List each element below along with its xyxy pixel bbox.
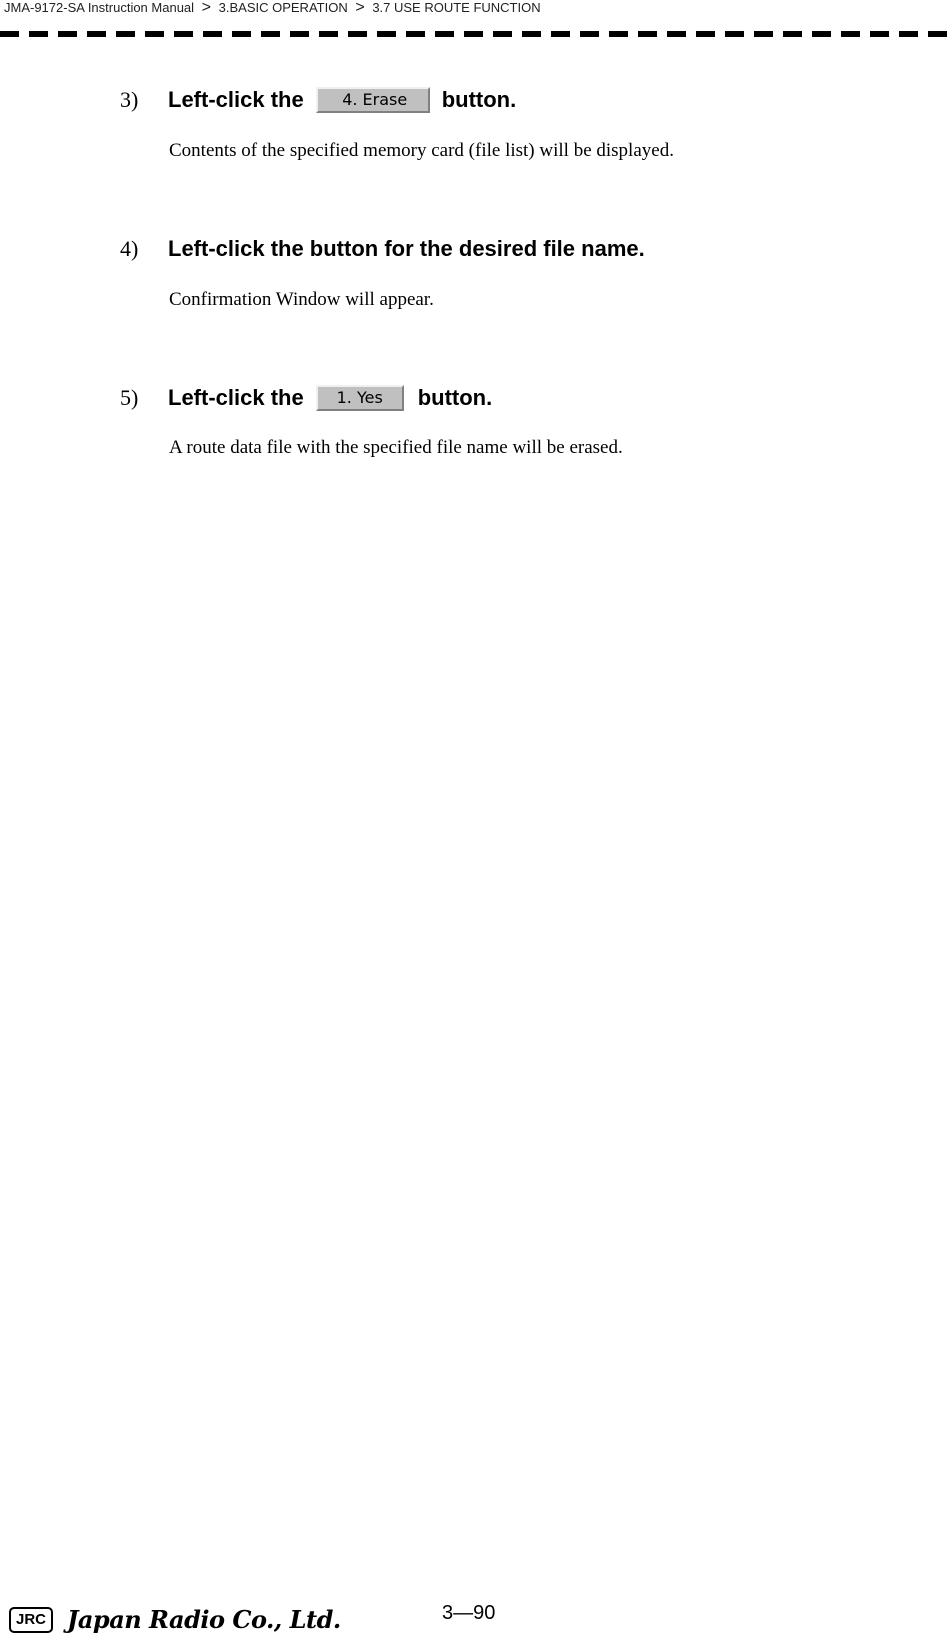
step-3-description: Contents of the specified memory card (f… bbox=[169, 140, 674, 161]
step-text: Left-click the button for the desired fi… bbox=[168, 236, 645, 261]
breadcrumb-item-section: 3.7 USE ROUTE FUNCTION bbox=[372, 0, 541, 15]
header-divider bbox=[0, 31, 952, 37]
step-text-prefix: Left-click the bbox=[168, 87, 304, 112]
breadcrumb-item-chapter: 3.BASIC OPERATION bbox=[218, 0, 348, 15]
breadcrumb-item-manual: JMA-9172-SA Instruction Manual bbox=[4, 0, 195, 15]
step-5-heading: 5) Left-click the 1. Yes button. bbox=[120, 385, 492, 411]
step-number: 5) bbox=[120, 385, 139, 410]
breadcrumb-separator: > bbox=[355, 0, 365, 16]
step-3-heading: 3) Left-click the 4. Erase button. bbox=[120, 87, 516, 113]
yes-button-image: 1. Yes bbox=[315, 385, 404, 411]
step-number: 3) bbox=[120, 87, 139, 112]
step-number: 4) bbox=[120, 236, 139, 261]
page-number: 3—90 bbox=[442, 1602, 496, 1624]
step-text-prefix: Left-click the bbox=[168, 385, 304, 410]
step-4-description: Confirmation Window will appear. bbox=[169, 289, 434, 310]
step-text-suffix: button. bbox=[441, 87, 517, 112]
step-4-heading: 4) Left-click the button for the desired… bbox=[120, 236, 645, 262]
breadcrumb-separator: > bbox=[201, 0, 212, 16]
step-text-suffix: button. bbox=[417, 385, 493, 410]
breadcrumb: JMA-9172-SA Instruction Manual > 3.BASIC… bbox=[4, 0, 541, 16]
step-5-description: A route data file with the specified fil… bbox=[169, 437, 623, 458]
erase-button-image: 4. Erase bbox=[315, 87, 430, 113]
